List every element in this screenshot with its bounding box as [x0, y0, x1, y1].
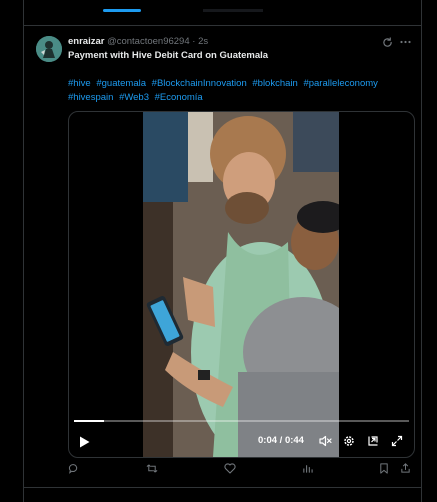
video-controls: 0:04 / 0:44	[69, 417, 414, 457]
reply-icon[interactable]	[68, 463, 79, 474]
bookmark-icon[interactable]	[379, 463, 389, 474]
fullscreen-icon[interactable]	[391, 435, 403, 447]
hashtag-link[interactable]: #hivespain	[68, 92, 113, 103]
volume-mute-icon[interactable]	[319, 435, 332, 447]
like-icon[interactable]	[224, 463, 236, 474]
current-time: 0:04	[258, 435, 278, 446]
video-progress-fill	[74, 420, 105, 422]
hashtag-link[interactable]: #blokchain	[252, 78, 297, 89]
tweet-actions	[24, 459, 421, 481]
hashtag-link[interactable]: #guatemala	[96, 78, 146, 89]
share-icon[interactable]	[400, 462, 411, 474]
video-progress-bar[interactable]	[74, 420, 409, 422]
hashtag-list: #hive #guatemala #BlockchainInnovation #…	[68, 77, 413, 104]
hashtag-link[interactable]: #paralleleconomy	[303, 78, 377, 89]
settings-gear-icon[interactable]	[343, 435, 355, 447]
timeline-column: enraizar @contactoen96294 · 2s Payment w…	[23, 0, 422, 502]
tweet-divider	[24, 487, 421, 488]
tab-indicator-faded	[203, 9, 263, 12]
video-player[interactable]: 0:04 / 0:44	[68, 111, 415, 458]
hashtag-link[interactable]: #Economía	[155, 92, 203, 103]
video-frame	[143, 112, 339, 457]
time-separator: /	[279, 435, 283, 446]
retweet-icon[interactable]	[146, 463, 158, 474]
video-time-readout: 0:04 / 0:44	[258, 435, 304, 446]
hashtag-link[interactable]: #Web3	[119, 92, 149, 103]
play-icon[interactable]	[79, 436, 90, 448]
duration: 0:44	[284, 435, 304, 446]
timeline-tabs	[24, 0, 421, 26]
header-separator: ·	[192, 36, 196, 47]
video-scene-image	[143, 112, 339, 457]
views-icon[interactable]	[302, 463, 313, 474]
avatar[interactable]	[36, 36, 62, 62]
tweet-time[interactable]: 2s	[198, 36, 208, 47]
tweet-title: Payment with Hive Debit Card on Guatemal…	[68, 50, 269, 61]
grok-icon[interactable]	[382, 37, 393, 48]
more-icon[interactable]	[400, 40, 411, 44]
avatar-image	[36, 36, 62, 62]
author-handle[interactable]: @contactoen96294	[107, 36, 190, 47]
hashtag-link[interactable]: #hive	[68, 78, 91, 89]
picture-in-picture-icon[interactable]	[367, 435, 379, 447]
author-name[interactable]: enraizar	[68, 36, 104, 47]
active-tab-indicator	[103, 9, 141, 12]
hashtag-link[interactable]: #BlockchainInnovation	[152, 78, 247, 89]
